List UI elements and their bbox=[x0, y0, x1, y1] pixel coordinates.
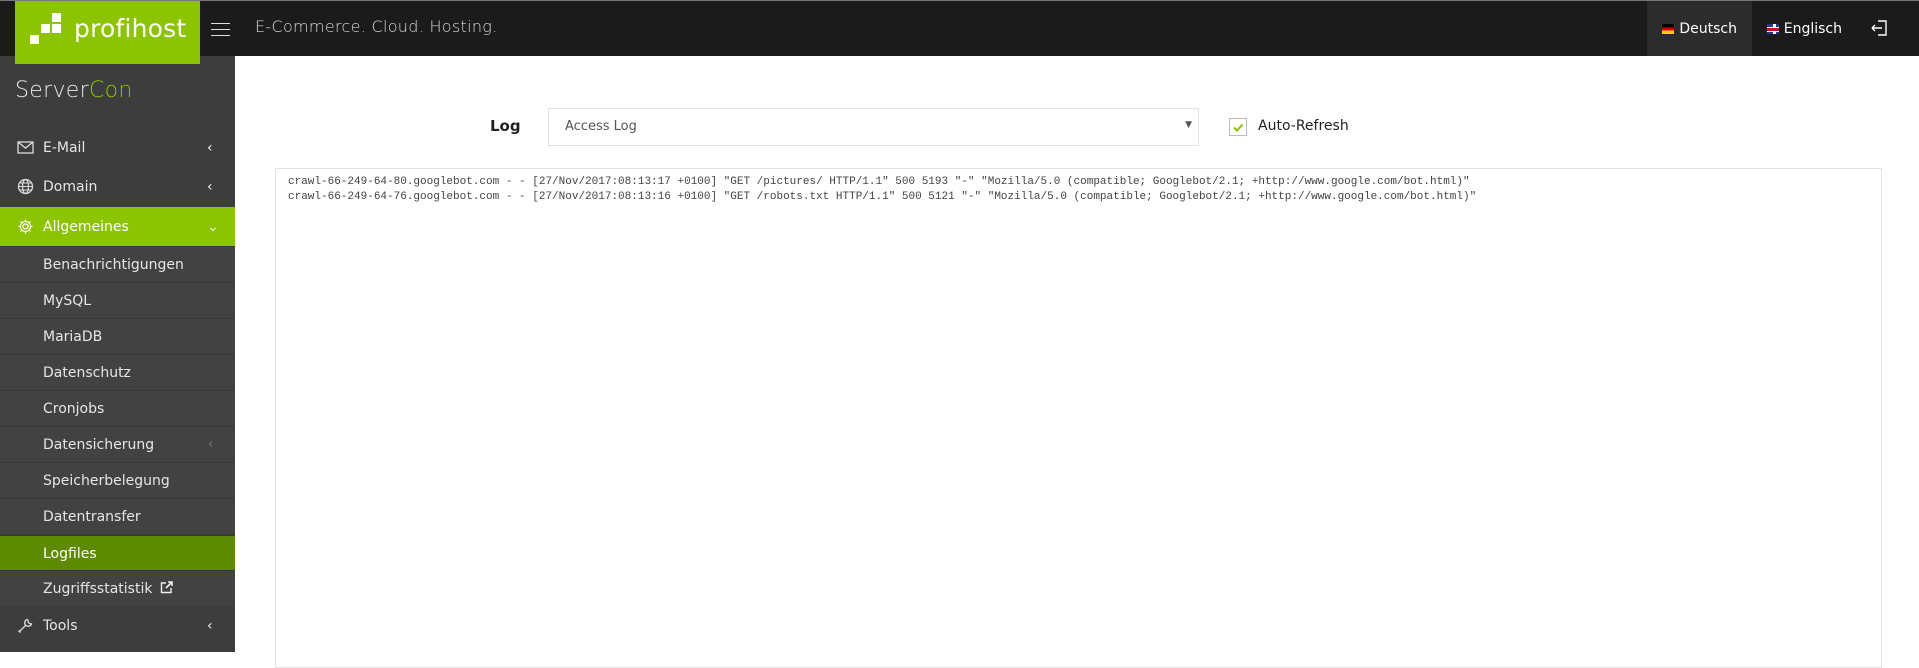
globe-icon bbox=[17, 178, 34, 195]
sidebar-subitem-mysql[interactable]: MySQL bbox=[0, 282, 235, 318]
sidebar-subitem-datensicherung[interactable]: Datensicherung ‹ bbox=[0, 426, 235, 462]
sidebar-subitem-label: Speicherbelegung bbox=[43, 472, 170, 489]
brand-accent: Con bbox=[88, 78, 133, 103]
sidebar-subitem-mariadb[interactable]: MariaDB bbox=[0, 318, 235, 354]
sidebar-subitem-label: Datenschutz bbox=[43, 364, 131, 381]
sidebar-subitem-benachrichtigungen[interactable]: Benachrichtigungen bbox=[0, 246, 235, 282]
sidebar-subitem-label: Datensicherung bbox=[43, 436, 155, 453]
profihost-logo[interactable]: profihost bbox=[15, 1, 200, 64]
sidebar-item-email[interactable]: E-Mail ‹ bbox=[0, 128, 235, 167]
chevron-left-icon: ‹ bbox=[207, 617, 213, 634]
sidebar-subitem-label: Zugriffsstatistik bbox=[43, 581, 173, 597]
language-englisch-button[interactable]: Englisch bbox=[1752, 1, 1857, 56]
main-content: Log Access Log ▼ Auto-Refresh crawl-66-2… bbox=[235, 56, 1919, 668]
top-header: profihost E-Commerce. Cloud. Hosting. De… bbox=[0, 0, 1919, 64]
sidebar: ServerCon E-Mail ‹ Domain ‹ Allgemeines … bbox=[0, 56, 235, 652]
sidebar-subitem-datentransfer[interactable]: Datentransfer bbox=[0, 498, 235, 534]
sidebar-item-label: Tools bbox=[43, 617, 78, 634]
log-label: Log bbox=[490, 117, 521, 135]
sidebar-item-allgemeines[interactable]: Allgemeines ⌄ bbox=[0, 207, 235, 246]
sidebar-item-label: Domain bbox=[43, 178, 98, 195]
sidebar-item-tools[interactable]: Tools ‹ bbox=[0, 606, 235, 645]
sidebar-subitem-datenschutz[interactable]: Datenschutz bbox=[0, 354, 235, 390]
sidebar-item-label: Allgemeines bbox=[43, 218, 129, 235]
external-link-icon bbox=[160, 580, 173, 593]
sidebar-subitem-zugriffsstatistik[interactable]: Zugriffsstatistik bbox=[0, 570, 235, 606]
sidebar-subitem-label: Datentransfer bbox=[43, 508, 141, 525]
zugriffsstatistik-label: Zugriffsstatistik bbox=[43, 580, 153, 597]
logo-text: profihost bbox=[74, 14, 187, 43]
sidebar-subitem-speicherbelegung[interactable]: Speicherbelegung bbox=[0, 462, 235, 498]
caret-down-icon: ▼ bbox=[1185, 120, 1192, 130]
brand-main: Server bbox=[15, 78, 89, 103]
chevron-left-icon: ‹ bbox=[207, 178, 213, 195]
gear-icon bbox=[17, 218, 34, 235]
log-output[interactable]: crawl-66-249-64-80.googlebot.com - - [27… bbox=[275, 168, 1882, 668]
hamburger-icon[interactable] bbox=[211, 23, 230, 37]
sidebar-subitem-label: Cronjobs bbox=[43, 400, 105, 417]
language-label: Englisch bbox=[1783, 20, 1842, 37]
log-select-value: Access Log bbox=[565, 119, 637, 134]
sidebar-subitem-cronjobs[interactable]: Cronjobs bbox=[0, 390, 235, 426]
sidebar-item-domain[interactable]: Domain ‹ bbox=[0, 167, 235, 206]
language-deutsch-button[interactable]: Deutsch bbox=[1647, 1, 1752, 56]
auto-refresh-label[interactable]: Auto-Refresh bbox=[1258, 118, 1349, 134]
chevron-down-icon: ⌄ bbox=[207, 218, 219, 235]
flag-de-icon bbox=[1662, 23, 1675, 34]
sidebar-subitem-logfiles[interactable]: Logfiles bbox=[0, 535, 235, 571]
servercon-brand: ServerCon bbox=[15, 78, 133, 103]
auto-refresh-checkbox[interactable] bbox=[1229, 118, 1247, 136]
chevron-left-icon: ‹ bbox=[208, 437, 214, 452]
log-line: crawl-66-249-64-80.googlebot.com - - [27… bbox=[288, 176, 1470, 188]
log-type-select[interactable]: Access Log ▼ bbox=[548, 108, 1199, 146]
chevron-left-icon: ‹ bbox=[207, 139, 213, 156]
flag-gb-icon bbox=[1767, 23, 1779, 34]
sidebar-subitem-label: Benachrichtigungen bbox=[43, 256, 184, 273]
logout-icon[interactable] bbox=[1870, 18, 1890, 38]
sidebar-subitem-label: Logfiles bbox=[43, 545, 97, 562]
sidebar-subitem-label: MariaDB bbox=[43, 328, 103, 345]
tagline: E-Commerce. Cloud. Hosting. bbox=[255, 17, 498, 36]
sidebar-subitem-label: MySQL bbox=[43, 292, 92, 309]
wrench-icon bbox=[17, 617, 34, 634]
envelope-icon bbox=[17, 139, 34, 156]
logo-mark-icon bbox=[30, 13, 62, 55]
language-label: Deutsch bbox=[1679, 20, 1737, 37]
sidebar-item-label: E-Mail bbox=[43, 139, 86, 156]
log-line: crawl-66-249-64-76.googlebot.com - - [27… bbox=[288, 191, 1477, 203]
checkmark-icon bbox=[1233, 123, 1244, 132]
